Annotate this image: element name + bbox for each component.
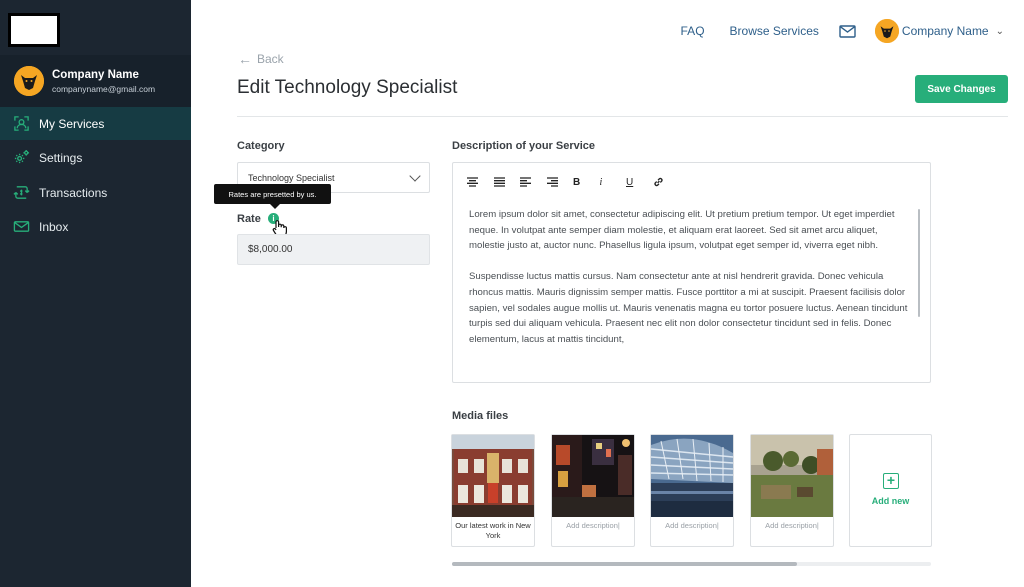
media-card[interactable]: Add description| [750,434,834,547]
profile-email: companyname@gmail.com [52,84,156,94]
align-justify-icon[interactable] [493,175,521,189]
media-files-label: Media files [452,410,509,422]
account-menu[interactable]: Company Name ⌄ [874,19,1004,43]
media-card[interactable]: Add description| [551,434,635,547]
link-icon[interactable] [653,175,680,189]
description-editor[interactable]: B i U Lorem ipsum dolor sit amet, consec… [452,162,931,383]
media-thumbnail [552,435,634,517]
media-card[interactable]: Our latest work in New York [451,434,535,547]
italic-icon[interactable]: i [600,175,627,189]
back-link[interactable]: ← Back [238,51,284,67]
editor-content[interactable]: Lorem ipsum dolor sit amet, consectetur … [469,207,909,363]
save-changes-button[interactable]: Save Changes [915,75,1008,103]
editor-scrollbar[interactable] [918,209,920,317]
app: Company Name companyname@gmail.com My Se… [0,0,1024,587]
media-scrollbar-thumb[interactable] [452,562,797,566]
rate-field[interactable]: $8,000.00 [237,234,430,265]
plus-icon: + [883,473,899,489]
transactions-icon [12,184,30,202]
avatar [874,19,899,43]
sidebar-profile[interactable]: Company Name companyname@gmail.com [0,55,191,107]
sidebar-item-my-services[interactable]: My Services [0,107,191,140]
media-thumbnail [452,435,534,517]
faq-link[interactable]: FAQ [681,24,705,38]
add-media-button[interactable]: + Add new [849,434,932,547]
media-thumbnail [651,435,733,517]
sidebar: Company Name companyname@gmail.com My Se… [0,0,191,587]
divider [237,116,1008,117]
align-left-icon[interactable] [520,175,547,189]
paragraph: Suspendisse luctus mattis cursus. Nam co… [469,271,908,345]
media-caption[interactable]: Add description| [751,521,833,531]
mail-icon [12,218,30,236]
gear-icon [12,149,30,167]
account-name: Company Name [901,24,989,38]
media-caption[interactable]: Add description| [552,521,634,531]
avatar [14,66,44,96]
bold-icon[interactable]: B [573,175,600,189]
media-card[interactable]: Add description| [650,434,734,547]
chevron-down-icon: ⌄ [995,25,1004,37]
top-nav: FAQ Browse Services Company Name ⌄ [656,19,1004,43]
media-thumbnail [751,435,833,517]
sidebar-item-label: Settings [39,150,83,165]
rate-tooltip: Rates are presetted by us. [214,184,331,209]
paragraph: Lorem ipsum dolor sit amet, consectetur … [469,209,895,252]
back-label: Back [257,52,284,66]
sidebar-item-transactions[interactable]: Transactions [0,176,191,209]
underline-icon[interactable]: U [626,175,653,189]
sidebar-item-label: Transactions [39,185,108,200]
media-scrollbar[interactable] [452,562,931,566]
arrow-left-icon: ← [238,51,252,67]
mail-icon[interactable] [839,24,857,38]
align-right-icon[interactable] [546,175,574,189]
media-caption[interactable]: Add description| [651,521,733,531]
services-icon [12,115,30,133]
page-title: Edit Technology Specialist [237,77,458,98]
description-label: Description of your Service [452,140,596,152]
media-caption[interactable]: Our latest work in New York [452,521,534,541]
chevron-down-icon [409,170,421,182]
sidebar-item-settings[interactable]: Settings [0,141,191,174]
add-new-label: Add new [871,496,910,506]
rate-label: Rate [237,213,261,225]
sidebar-item-label: My Services [39,116,105,131]
editor-toolbar: B i U [467,175,679,189]
browse-services-link[interactable]: Browse Services [730,24,819,38]
profile-name: Company Name [52,69,139,81]
align-center-icon[interactable] [467,175,494,189]
category-value: Technology Specialist [248,172,335,183]
category-label: Category [237,140,285,152]
logo[interactable] [8,13,60,47]
sidebar-item-inbox[interactable]: Inbox [0,210,191,243]
sidebar-item-label: Inbox [39,219,69,234]
